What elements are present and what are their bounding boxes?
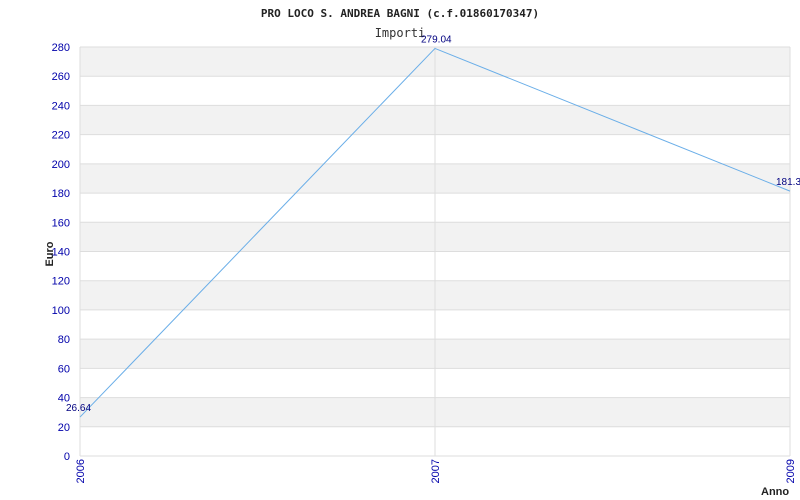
data-label: 26.64: [66, 403, 91, 414]
y-tick-label: 60: [58, 363, 70, 375]
y-axis-label: Euro: [44, 241, 56, 266]
x-axis-label: Anno: [761, 486, 789, 498]
y-tick-label: 220: [52, 130, 70, 142]
x-axis-ticks: 2006 2007 2009: [75, 459, 797, 483]
y-tick-label: 120: [52, 276, 70, 288]
y-tick-label: 180: [52, 188, 70, 200]
x-tick-label: 2006: [75, 459, 87, 483]
chart-title: PRO LOCO S. ANDREA BAGNI (c.f.0186017034…: [261, 7, 539, 20]
y-tick-label: 260: [52, 71, 70, 83]
y-tick-label: 20: [58, 422, 70, 434]
y-tick-label: 100: [52, 305, 70, 317]
y-tick-label: 80: [58, 334, 70, 346]
chart-legend: Importi: [375, 26, 426, 40]
line-chart: PRO LOCO S. ANDREA BAGNI (c.f.0186017034…: [44, 7, 800, 498]
y-tick-label: 200: [52, 159, 70, 171]
data-label: 279.04: [421, 34, 452, 45]
y-tick-label: 160: [52, 217, 70, 229]
y-tick-label: 0: [64, 451, 70, 463]
x-tick-label: 2009: [785, 459, 797, 483]
y-tick-label: 280: [52, 42, 70, 54]
grid-bands: [79, 46, 791, 457]
y-tick-label: 240: [52, 100, 70, 112]
x-tick-label: 2007: [430, 459, 442, 483]
data-label: 181.34: [776, 177, 800, 188]
